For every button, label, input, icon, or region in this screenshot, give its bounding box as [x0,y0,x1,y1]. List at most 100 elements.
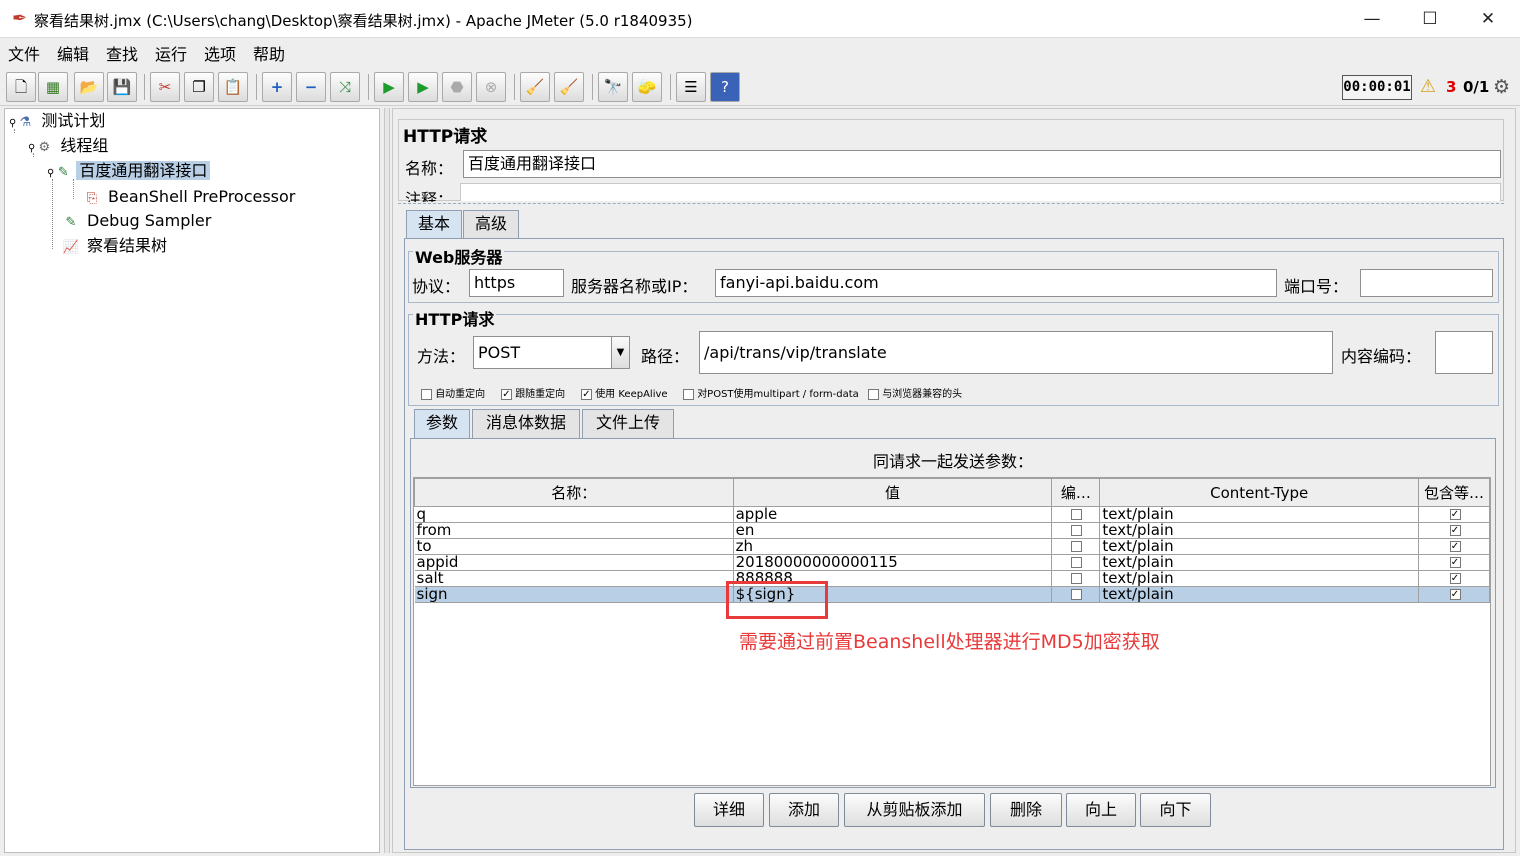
delete-button[interactable]: 删除 [990,793,1062,827]
column-header-content-type[interactable]: Content-Type [1099,478,1420,507]
include-equals-checkbox[interactable]: ✓ [1418,554,1490,571]
content-encoding-field[interactable] [1435,331,1493,374]
move-up-button[interactable]: 向上 [1066,793,1136,827]
param-name[interactable]: from [414,522,734,539]
table-row[interactable]: to zh text/plain ✓ [414,538,1490,555]
expand-icon[interactable]: + [262,72,292,102]
checkmark-icon[interactable]: ✓ [581,388,592,400]
start-no-pauses-icon[interactable]: ▶ [408,72,438,102]
table-row-selected[interactable]: sign ${sign} text/plain ✓ [414,586,1490,603]
new-icon[interactable]: 🗋 [6,72,36,102]
param-value[interactable]: apple [733,506,1053,523]
table-row[interactable]: appid 20180000000000115 text/plain ✓ [414,554,1490,571]
port-field[interactable] [1360,269,1493,297]
encode-checkbox[interactable] [1051,506,1101,523]
checkbox-follow-redirect[interactable]: ✓ 跟随重定向 [501,385,565,400]
cut-icon[interactable]: ✂ [150,72,180,102]
function-helper-icon[interactable]: ☰ [676,72,706,102]
checkbox-box[interactable] [868,388,879,400]
tab-basic[interactable]: 基本 [406,210,462,238]
copy-icon[interactable]: ❐ [184,72,214,102]
path-field[interactable]: /api/trans/vip/translate [699,331,1333,374]
checkbox-multipart[interactable]: 对POST使用multipart / form-data [683,385,859,400]
tree-node-test-plan[interactable]: ⚲ ⚗ 测试计划 [9,110,108,132]
paste-icon[interactable]: 📋 [218,72,248,102]
maximize-button[interactable]: ☐ [1401,0,1459,38]
tab-body-data[interactable]: 消息体数据 [472,409,580,438]
method-select[interactable]: POST ▼ [473,336,630,369]
checkbox-keepalive[interactable]: ✓ 使用 KeepAlive [581,385,668,400]
protocol-field[interactable]: https [469,269,564,297]
encode-checkbox[interactable] [1051,586,1101,603]
clear-icon[interactable]: 🧹 [520,72,550,102]
add-button[interactable]: 添加 [769,793,839,827]
encode-checkbox[interactable] [1051,554,1101,571]
checkbox-box[interactable] [683,388,694,400]
include-equals-checkbox[interactable]: ✓ [1418,538,1490,555]
encode-checkbox[interactable] [1051,570,1101,587]
checkmark-icon[interactable]: ✓ [501,388,512,400]
tree-node-debug-sampler[interactable]: ✎ Debug Sampler [62,210,214,232]
checkbox-box[interactable] [421,388,432,400]
table-row[interactable]: q apple text/plain ✓ [414,506,1490,523]
column-header-encode[interactable]: 编… [1051,478,1101,507]
checkbox-browser-headers[interactable]: 与浏览器兼容的头 [868,385,962,400]
toggle-icon[interactable]: ⤨ [330,72,360,102]
tree-node-http-request[interactable]: ⚲ ✎ 百度通用翻译接口 [47,160,211,182]
column-header-name[interactable]: 名称： [414,478,734,507]
collapse-icon[interactable]: − [296,72,326,102]
encode-checkbox[interactable] [1051,522,1101,539]
search-icon[interactable]: 🔭 [598,72,628,102]
menu-help[interactable]: 帮助 [253,41,285,65]
chevron-down-icon[interactable]: ▼ [611,337,629,368]
shutdown-icon[interactable]: ⊗ [476,72,506,102]
tab-advanced[interactable]: 高级 [463,210,519,238]
column-header-include-equals[interactable]: 包含等… [1418,478,1490,507]
param-content-type[interactable]: text/plain [1099,554,1420,571]
checkbox-auto-redirect[interactable]: 自动重定向 [421,385,485,400]
param-value[interactable]: zh [733,538,1053,555]
tree-node-view-results-tree[interactable]: 📈 察看结果树 [62,235,170,257]
param-value[interactable]: 20180000000000115 [733,554,1053,571]
column-header-value[interactable]: 值 [732,478,1053,507]
param-name[interactable]: sign [414,586,734,603]
detail-button[interactable]: 详细 [694,793,764,827]
tab-parameters[interactable]: 参数 [414,409,470,438]
open-icon[interactable]: 📂 [74,72,104,102]
close-button[interactable]: ✕ [1459,0,1517,38]
menu-edit[interactable]: 编辑 [57,41,89,65]
menu-run[interactable]: 运行 [155,41,187,65]
server-field[interactable]: fanyi-api.baidu.com [715,269,1277,297]
param-content-type[interactable]: text/plain [1099,570,1420,587]
stop-icon[interactable]: ⬣ [442,72,472,102]
help-icon[interactable]: ? [710,72,740,102]
menu-search[interactable]: 查找 [106,41,138,65]
menu-file[interactable]: 文件 [8,41,40,65]
param-name[interactable]: salt [414,570,734,587]
table-row[interactable]: from en text/plain ✓ [414,522,1490,539]
include-equals-checkbox[interactable]: ✓ [1418,522,1490,539]
move-down-button[interactable]: 向下 [1140,793,1211,827]
split-pane-divider[interactable] [384,108,390,853]
start-icon[interactable]: ▶ [374,72,404,102]
include-equals-checkbox[interactable]: ✓ [1418,570,1490,587]
param-name[interactable]: to [414,538,734,555]
param-value[interactable]: en [733,522,1053,539]
splitter[interactable] [398,203,1504,206]
tab-files-upload[interactable]: 文件上传 [582,409,674,438]
param-content-type[interactable]: text/plain [1099,522,1420,539]
menu-options[interactable]: 选项 [204,41,236,65]
save-icon[interactable]: 💾 [107,72,137,102]
tree-node-beanshell-preprocessor[interactable]: ⎘ BeanShell PreProcessor [83,186,298,208]
minimize-button[interactable]: — [1343,0,1401,38]
param-content-type[interactable]: text/plain [1099,586,1420,603]
include-equals-checkbox[interactable]: ✓ [1418,586,1490,603]
param-content-type[interactable]: text/plain [1099,538,1420,555]
comment-field[interactable] [460,183,1501,201]
param-name[interactable]: appid [414,554,734,571]
tree-node-thread-group[interactable]: ⚲ ⚙ 线程组 [28,135,111,157]
clear-all-icon[interactable]: 🧹 [554,72,584,102]
templates-icon[interactable]: ▦ [38,72,68,102]
warning-icon[interactable]: ⚠ [1420,76,1436,97]
param-content-type[interactable]: text/plain [1099,506,1420,523]
